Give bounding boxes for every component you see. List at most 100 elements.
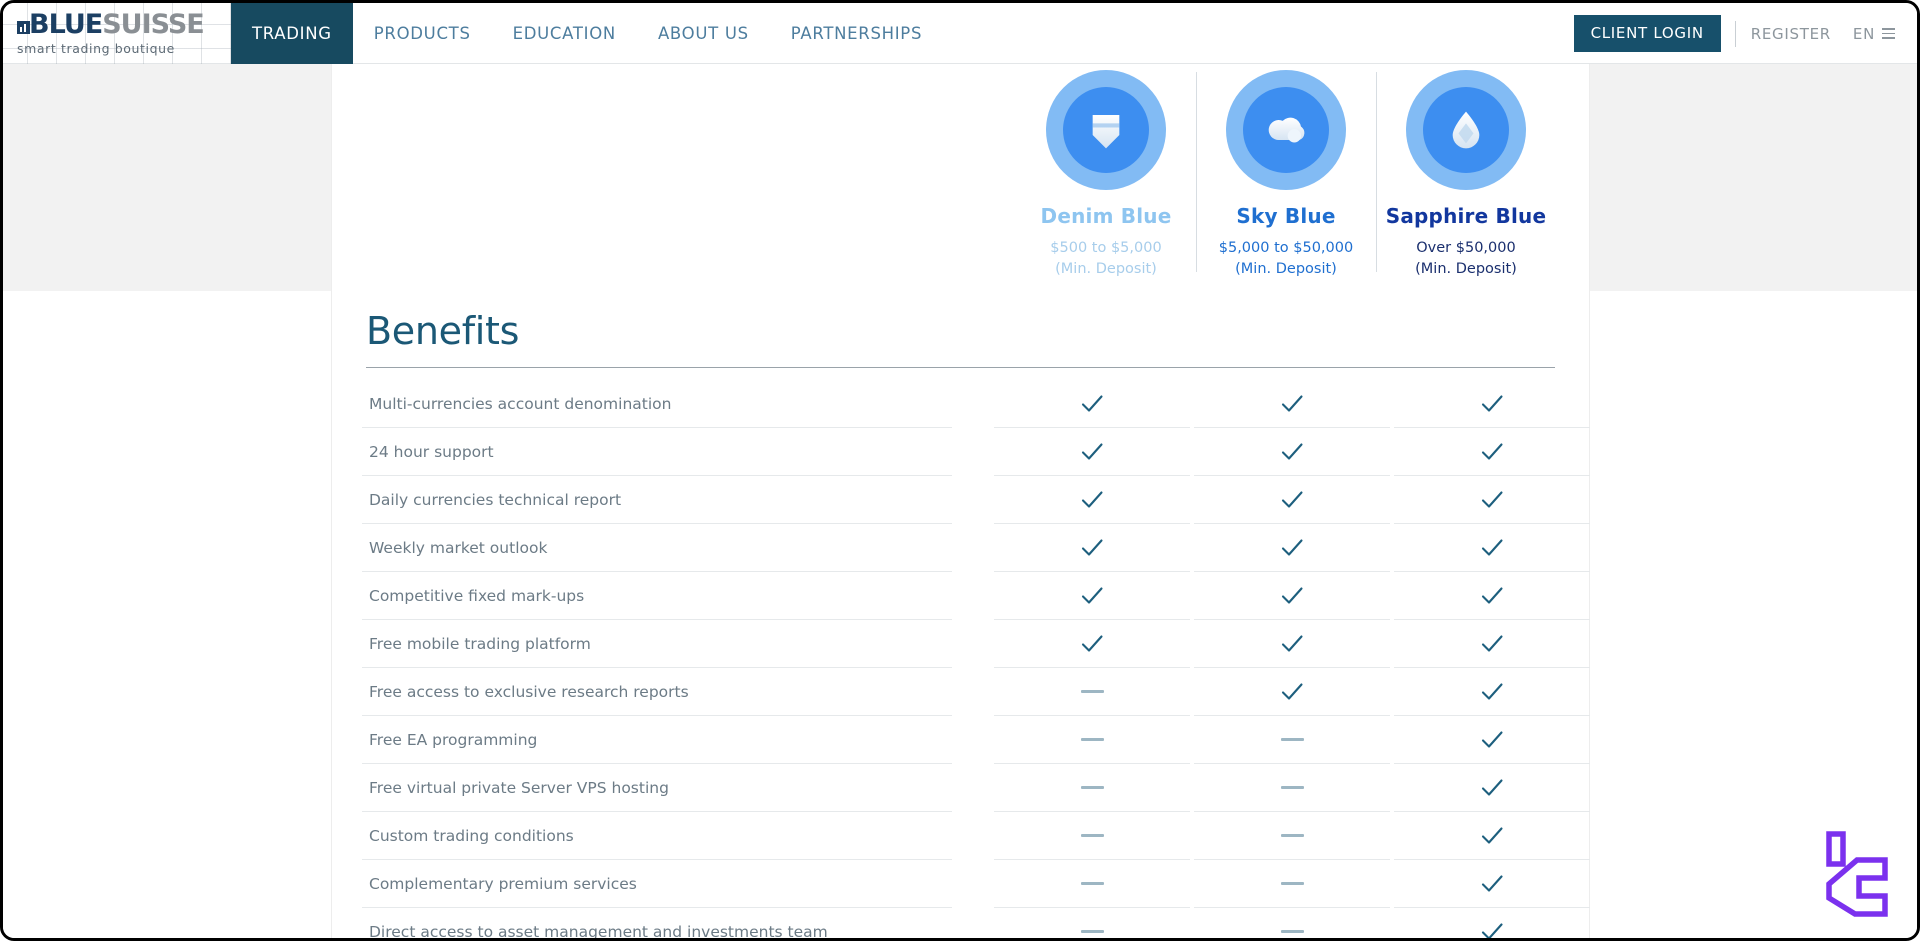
label-cell-gap: [952, 572, 994, 620]
benefit-cell-denim-blue: [994, 812, 1190, 860]
check-icon: [1281, 538, 1303, 556]
benefit-cell-sky-blue: [1194, 572, 1390, 620]
nav-item-partnerships[interactable]: PARTNERSHIPS: [770, 3, 943, 64]
benefit-cell-sky-blue: [1194, 428, 1390, 476]
dash-icon: [1280, 882, 1304, 885]
dash-icon: [1080, 690, 1104, 693]
register-link[interactable]: REGISTER: [1751, 25, 1831, 43]
benefit-cell-denim-blue: [994, 908, 1190, 938]
tier-icon-badge: [1046, 70, 1166, 190]
tier-icon-inner: [1423, 87, 1509, 173]
table-row: Weekly market outlook: [362, 524, 1590, 572]
benefit-cell-sapphire-blue: [1394, 428, 1590, 476]
tier-deposit-note: (Min. Deposit): [1055, 261, 1157, 278]
check-icon: [1481, 442, 1503, 460]
benefit-label: Free virtual private Server VPS hosting: [362, 764, 952, 812]
label-cell-gap: [952, 716, 994, 764]
benefit-label: Free mobile trading platform: [362, 620, 952, 668]
shield-icon: [1092, 115, 1120, 149]
benefit-cell-denim-blue: [994, 380, 1190, 428]
benefit-cell-denim-blue: [994, 668, 1190, 716]
nav-item-products[interactable]: PRODUCTS: [353, 3, 492, 64]
benefit-cell-sky-blue: [1194, 620, 1390, 668]
table-row: Daily currencies technical report: [362, 476, 1590, 524]
tier-icon-badge: [1406, 70, 1526, 190]
label-cell-gap: [952, 620, 994, 668]
hamburger-menu-icon[interactable]: [1882, 28, 1895, 39]
site-logo[interactable]: BLUESUISSE smart trading boutique: [3, 3, 231, 64]
table-row: Free EA programming: [362, 716, 1590, 764]
label-cell-gap: [952, 668, 994, 716]
benefit-cell-denim-blue: [994, 524, 1190, 572]
check-icon: [1281, 394, 1303, 412]
table-row: Free access to exclusive research report…: [362, 668, 1590, 716]
benefits-table: Multi-currencies account denomination 24 …: [362, 380, 1590, 938]
tier-card-denim-blue[interactable]: Denim Blue $500 to $5,000 (Min. Deposit): [1016, 64, 1196, 280]
benefits-section: Benefits Multi-currencies account denomi…: [362, 309, 1590, 938]
table-row: Free virtual private Server VPS hosting: [362, 764, 1590, 812]
benefit-label: Competitive fixed mark-ups: [362, 572, 952, 620]
client-login-button[interactable]: CLIENT LOGIN: [1573, 15, 1721, 52]
tier-name: Sky Blue: [1236, 204, 1336, 228]
check-icon: [1481, 490, 1503, 508]
check-icon: [1081, 394, 1103, 412]
benefit-cell-sapphire-blue: [1394, 380, 1590, 428]
check-icon: [1481, 730, 1503, 748]
benefit-label: 24 hour support: [362, 428, 952, 476]
benefit-label: Free EA programming: [362, 716, 952, 764]
check-icon: [1281, 634, 1303, 652]
label-cell-gap: [952, 476, 994, 524]
tier-card-sapphire-blue[interactable]: Sapphire Blue Over $50,000 (Min. Deposit): [1376, 64, 1556, 280]
label-cell-gap: [952, 812, 994, 860]
benefit-cell-denim-blue: [994, 764, 1190, 812]
language-selector[interactable]: EN: [1853, 25, 1895, 43]
check-icon: [1481, 634, 1503, 652]
logo-word-suisse: SUISSE: [102, 9, 205, 40]
site-header: BLUESUISSE smart trading boutique TRADIN…: [3, 3, 1917, 64]
header-actions: CLIENT LOGIN REGISTER EN: [1573, 3, 1917, 64]
table-row: Multi-currencies account denomination: [362, 380, 1590, 428]
logo-word-blue: BLUE: [29, 9, 103, 40]
benefit-cell-denim-blue: [994, 716, 1190, 764]
tier-deposit-range: $500 to $5,000: [1050, 240, 1162, 256]
tier-icon-inner: [1063, 87, 1149, 173]
check-icon: [1081, 538, 1103, 556]
gem-drop-icon: [1452, 111, 1480, 149]
benefits-heading-rule: [366, 367, 1555, 368]
dash-icon: [1080, 834, 1104, 837]
label-cell-gap: [952, 908, 994, 938]
content-column: Denim Blue $500 to $5,000 (Min. Deposit) Sk…: [331, 64, 1590, 938]
check-icon: [1481, 682, 1503, 700]
dash-icon: [1280, 738, 1304, 741]
benefit-label: Weekly market outlook: [362, 524, 952, 572]
nav-item-about-us[interactable]: ABOUT US: [637, 3, 770, 64]
tier-name: Denim Blue: [1040, 204, 1172, 228]
check-icon: [1481, 538, 1503, 556]
label-cell-gap: [952, 860, 994, 908]
check-icon: [1481, 394, 1503, 412]
benefit-cell-sky-blue: [1194, 524, 1390, 572]
benefit-cell-sky-blue: [1194, 668, 1390, 716]
nav-item-education[interactable]: EDUCATION: [492, 3, 637, 64]
tier-card-sky-blue[interactable]: Sky Blue $5,000 to $50,000 (Min. Deposit): [1196, 64, 1376, 280]
tier-deposit: Over $50,000 (Min. Deposit): [1376, 238, 1556, 280]
benefit-cell-sapphire-blue: [1394, 764, 1590, 812]
header-divider: [1734, 20, 1736, 47]
benefit-cell-denim-blue: [994, 428, 1190, 476]
check-icon: [1281, 586, 1303, 604]
table-row: Custom trading conditions: [362, 812, 1590, 860]
check-icon: [1481, 778, 1503, 796]
nav-item-trading[interactable]: TRADING: [231, 3, 353, 64]
benefit-cell-sapphire-blue: [1394, 716, 1590, 764]
check-icon: [1481, 874, 1503, 892]
tier-deposit-range: Over $50,000: [1416, 240, 1516, 256]
tier-deposit-note: (Min. Deposit): [1415, 261, 1517, 278]
cloud-icon: [1268, 117, 1305, 143]
check-icon: [1081, 586, 1103, 604]
check-icon: [1481, 922, 1503, 938]
label-cell-gap: [952, 428, 994, 476]
table-row: Complementary premium services: [362, 860, 1590, 908]
benefit-cell-denim-blue: [994, 860, 1190, 908]
benefit-cell-sky-blue: [1194, 764, 1390, 812]
label-cell-gap: [952, 380, 994, 428]
